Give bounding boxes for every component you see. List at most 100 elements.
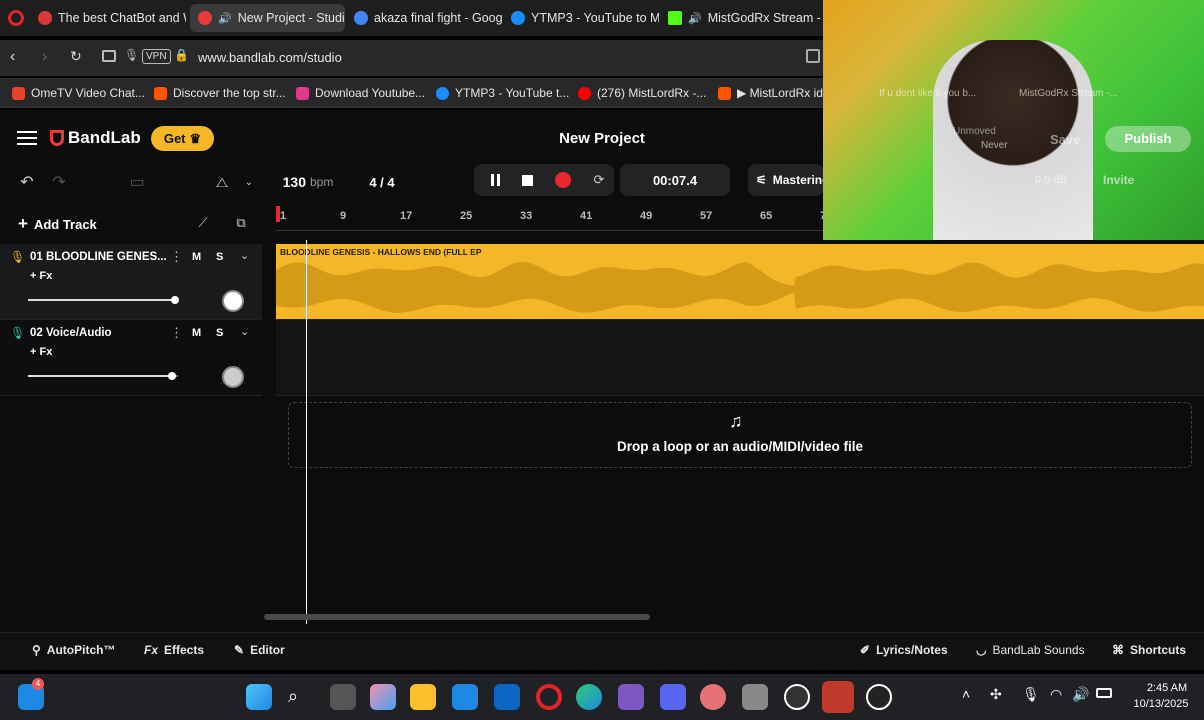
track-expand-icon[interactable]: ⌄ xyxy=(240,249,249,262)
drop-zone[interactable]: ♫ Drop a loop or an audio/MIDI/video fil… xyxy=(288,402,1192,468)
bookmark-item[interactable]: Discover the top str... xyxy=(154,84,286,102)
clipchamp-icon[interactable] xyxy=(618,684,644,710)
task-view-icon[interactable] xyxy=(330,684,356,710)
editor-button[interactable]: ✎ Editor xyxy=(234,643,285,657)
windows-start-icon[interactable] xyxy=(246,684,272,710)
get-membership-button[interactable]: Get ♛ xyxy=(151,126,214,151)
mute-button[interactable]: M xyxy=(192,251,201,263)
clip-title[interactable]: BLOODLINE GENESIS - HALLOWS END (FULL EP xyxy=(280,247,482,257)
tray-app-icon[interactable]: ✣ xyxy=(990,686,1002,703)
opera-taskbar-icon[interactable] xyxy=(536,684,562,710)
track-expand-icon[interactable]: ⌄ xyxy=(240,325,249,338)
volume-knob[interactable] xyxy=(171,296,179,304)
pan-knob[interactable] xyxy=(222,290,244,312)
store-app-icon[interactable] xyxy=(452,684,478,710)
url-field[interactable]: www.bandlab.com/studio xyxy=(198,50,342,65)
back-icon[interactable]: ‹ xyxy=(10,48,15,66)
hamburger-menu-icon[interactable] xyxy=(17,131,37,145)
vpn-badge[interactable]: VPN xyxy=(142,49,171,64)
battery-icon[interactable] xyxy=(1096,688,1112,698)
track-header[interactable]: 🎙 02 Voice/Audio ⋮ M S ⌄ + Fx xyxy=(0,320,262,396)
tab-favicon-icon xyxy=(38,11,52,25)
copilot-icon[interactable] xyxy=(370,684,396,710)
media-player-icon[interactable] xyxy=(866,684,892,710)
undo-icon[interactable]: ↶ xyxy=(12,168,42,196)
record-button[interactable] xyxy=(552,168,574,192)
tempo-field[interactable]: 130 bpm xyxy=(276,168,340,196)
outlook-icon[interactable] xyxy=(494,684,520,710)
bandlab-logo[interactable]: BandLab xyxy=(50,128,141,148)
invite-button[interactable]: Invite xyxy=(1103,173,1134,187)
track-name[interactable]: 02 Voice/Audio xyxy=(30,327,112,339)
project-title[interactable]: New Project xyxy=(540,130,664,147)
track-lane[interactable] xyxy=(276,320,1204,396)
track-settings-icon[interactable]: ⧉ xyxy=(230,212,252,234)
discord-icon[interactable] xyxy=(660,684,686,710)
solo-button[interactable]: S xyxy=(216,327,223,339)
solo-button[interactable]: S xyxy=(216,251,223,263)
clock-date[interactable]: 10/13/2025 xyxy=(1126,698,1196,710)
track-more-icon[interactable]: ⋮ xyxy=(170,249,183,265)
track-more-icon[interactable]: ⋮ xyxy=(170,325,183,341)
chevron-up-icon[interactable]: ˄ xyxy=(962,686,970,702)
fx-button[interactable]: + Fx xyxy=(30,270,52,282)
reader-icon[interactable] xyxy=(102,50,116,62)
microphone-tray-icon[interactable]: 🎙 xyxy=(1022,686,1040,703)
view-icon[interactable]: ▭ xyxy=(122,168,152,196)
mute-button[interactable]: M xyxy=(192,327,201,339)
save-button[interactable]: Save xyxy=(1050,132,1080,147)
volume-slider[interactable] xyxy=(28,372,178,380)
recording-app-icon[interactable] xyxy=(822,681,854,713)
redo-icon[interactable]: ↷ xyxy=(44,168,74,196)
fx-button[interactable]: + Fx xyxy=(30,346,52,358)
camera-icon[interactable] xyxy=(742,684,768,710)
browser-tab[interactable]: 🔊 MistGodRx Stream - W xyxy=(660,4,820,32)
bookmark-item[interactable]: ▶ MistLordRx ide... xyxy=(718,84,840,102)
effects-button[interactable]: Fx Effects xyxy=(144,643,204,657)
edge-icon[interactable] xyxy=(576,684,602,710)
clock-time[interactable]: 2:45 AM xyxy=(1140,682,1194,694)
pan-knob[interactable] xyxy=(222,366,244,388)
bookmark-item[interactable]: (276) MistLordRx -... xyxy=(578,84,706,102)
bookmark-item[interactable]: Download Youtube... xyxy=(296,84,425,102)
reload-icon[interactable]: ↻ xyxy=(70,48,82,65)
browser-tab[interactable]: The best ChatBot and Wi xyxy=(30,4,186,32)
stop-button[interactable] xyxy=(516,168,538,192)
time-signature-field[interactable]: 4 / 4 xyxy=(358,168,406,196)
autopitch-button[interactable]: ⚲ AutoPitch™ xyxy=(32,643,115,657)
track-header[interactable]: 🎙 01 BLOODLINE GENES... ⋮ M S ⌄ + Fx xyxy=(0,244,262,320)
track-lane[interactable]: BLOODLINE GENESIS - HALLOWS END (FULL EP xyxy=(276,244,1204,320)
browser-tab[interactable]: akaza final fight - Google xyxy=(346,4,502,32)
extension-icon[interactable] xyxy=(806,49,820,63)
app-icon[interactable] xyxy=(700,684,726,710)
lyrics-notes-button[interactable]: ✐ Lyrics/Notes xyxy=(860,643,948,657)
opera-logo-icon[interactable] xyxy=(8,10,24,26)
microphone-icon[interactable]: 🎙 xyxy=(124,48,139,62)
playhead[interactable] xyxy=(306,240,307,624)
metronome-dropdown-icon[interactable]: ⌄ xyxy=(238,168,260,196)
loop-button[interactable]: ⟳ xyxy=(588,168,610,192)
speaker-tray-icon[interactable]: 🔊 xyxy=(1072,686,1089,703)
plus-icon: + xyxy=(18,214,28,233)
horizontal-scrollbar[interactable] xyxy=(264,614,650,620)
wifi-icon[interactable]: ◠ xyxy=(1050,686,1062,703)
bookmark-item[interactable]: OmeTV Video Chat... xyxy=(12,84,145,102)
search-icon[interactable]: ⌕ xyxy=(288,686,298,707)
metronome-icon[interactable]: ⧍ xyxy=(208,168,236,196)
pause-button[interactable] xyxy=(484,168,506,192)
bookmark-item[interactable]: YTMP3 - YouTube t... xyxy=(436,84,569,102)
file-explorer-icon[interactable] xyxy=(410,684,436,710)
wand-icon[interactable]: ⟋ xyxy=(192,212,214,234)
publish-button[interactable]: Publish xyxy=(1105,126,1191,152)
browser-tab-active[interactable]: 🔊 New Project - Studio xyxy=(190,4,345,32)
add-track-button[interactable]: + Add Track xyxy=(18,214,97,234)
mastering-button[interactable]: ⚟ Mastering xyxy=(748,164,829,196)
bandlab-sounds-button[interactable]: ◡ BandLab Sounds xyxy=(976,643,1085,657)
volume-slider[interactable] xyxy=(28,296,179,304)
shortcuts-button[interactable]: ⌘ Shortcuts xyxy=(1112,643,1186,657)
browser-tab[interactable]: YTMP3 - YouTube to MP3 xyxy=(503,4,659,32)
forward-icon[interactable]: › xyxy=(42,48,47,66)
volume-knob[interactable] xyxy=(168,372,176,380)
track-name[interactable]: 01 BLOODLINE GENES... xyxy=(30,251,167,263)
obs-icon[interactable] xyxy=(784,684,810,710)
